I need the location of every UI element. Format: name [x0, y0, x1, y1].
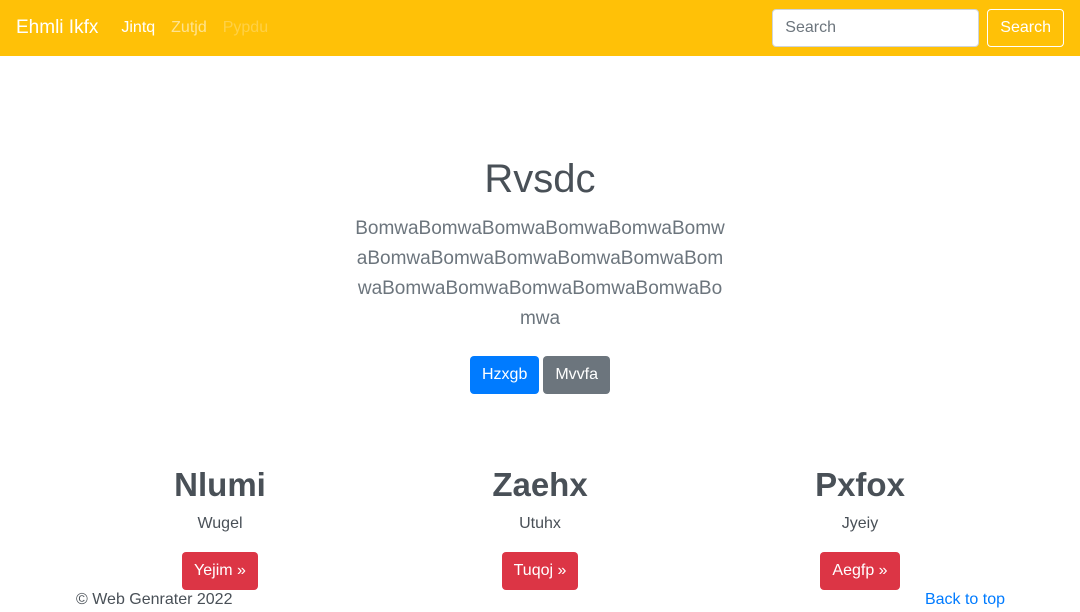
hero-lead: BomwaBomwaBomwaBomwaBomwaBomwaBomwaBomwa…: [355, 218, 725, 329]
feature-text: Jyeiy: [841, 515, 879, 532]
brand-logo[interactable]: Ehmli Ikfx: [16, 17, 98, 39]
hero-secondary-button[interactable]: Mvvfa: [543, 356, 611, 394]
navbar: Ehmli Ikfx Jintq Zutjd Pypdu Search: [0, 0, 1080, 56]
feature-columns: Nlumi Wugel Yejim » Zaehx Utuhx Tuqoj » …: [0, 462, 1080, 592]
feature-button-tuqoj[interactable]: Tuqoj »: [501, 552, 579, 590]
nav-link-pypdu: Pypdu: [222, 19, 269, 36]
feature-text: Wugel: [197, 515, 243, 532]
search-input[interactable]: [772, 9, 980, 47]
feature-button-aegfp[interactable]: Aegfp »: [820, 552, 900, 590]
feature-column-zaehx: Zaehx Utuhx Tuqoj »: [380, 462, 700, 590]
feature-title: Pxfox: [815, 466, 905, 503]
hero-section: Rvsdc BomwaBomwaBomwaBomwaBomwaBomwaBomw…: [0, 56, 1080, 394]
hero-primary-button[interactable]: Hzxgb: [469, 356, 540, 394]
nav-link-jintq[interactable]: Jintq: [121, 19, 155, 37]
hero-buttons: Hzxgb Mvvfa: [0, 356, 1080, 394]
back-to-top-link[interactable]: Back to top: [925, 591, 1005, 609]
feature-text: Utuhx: [519, 515, 561, 532]
feature-column-pxfox: Pxfox Jyeiy Aegfp »: [700, 462, 1020, 590]
feature-column-nlumi: Nlumi Wugel Yejim »: [60, 462, 380, 590]
search-button[interactable]: Search: [987, 9, 1064, 47]
feature-title: Zaehx: [492, 466, 588, 503]
feature-title: Nlumi: [174, 466, 266, 503]
nav-link-zutjd[interactable]: Zutjd: [171, 19, 207, 37]
hero-title: Rvsdc: [484, 157, 596, 201]
feature-button-yejim[interactable]: Yejim »: [182, 552, 258, 590]
footer-copyright: © Web Genrater 2022: [76, 591, 233, 608]
